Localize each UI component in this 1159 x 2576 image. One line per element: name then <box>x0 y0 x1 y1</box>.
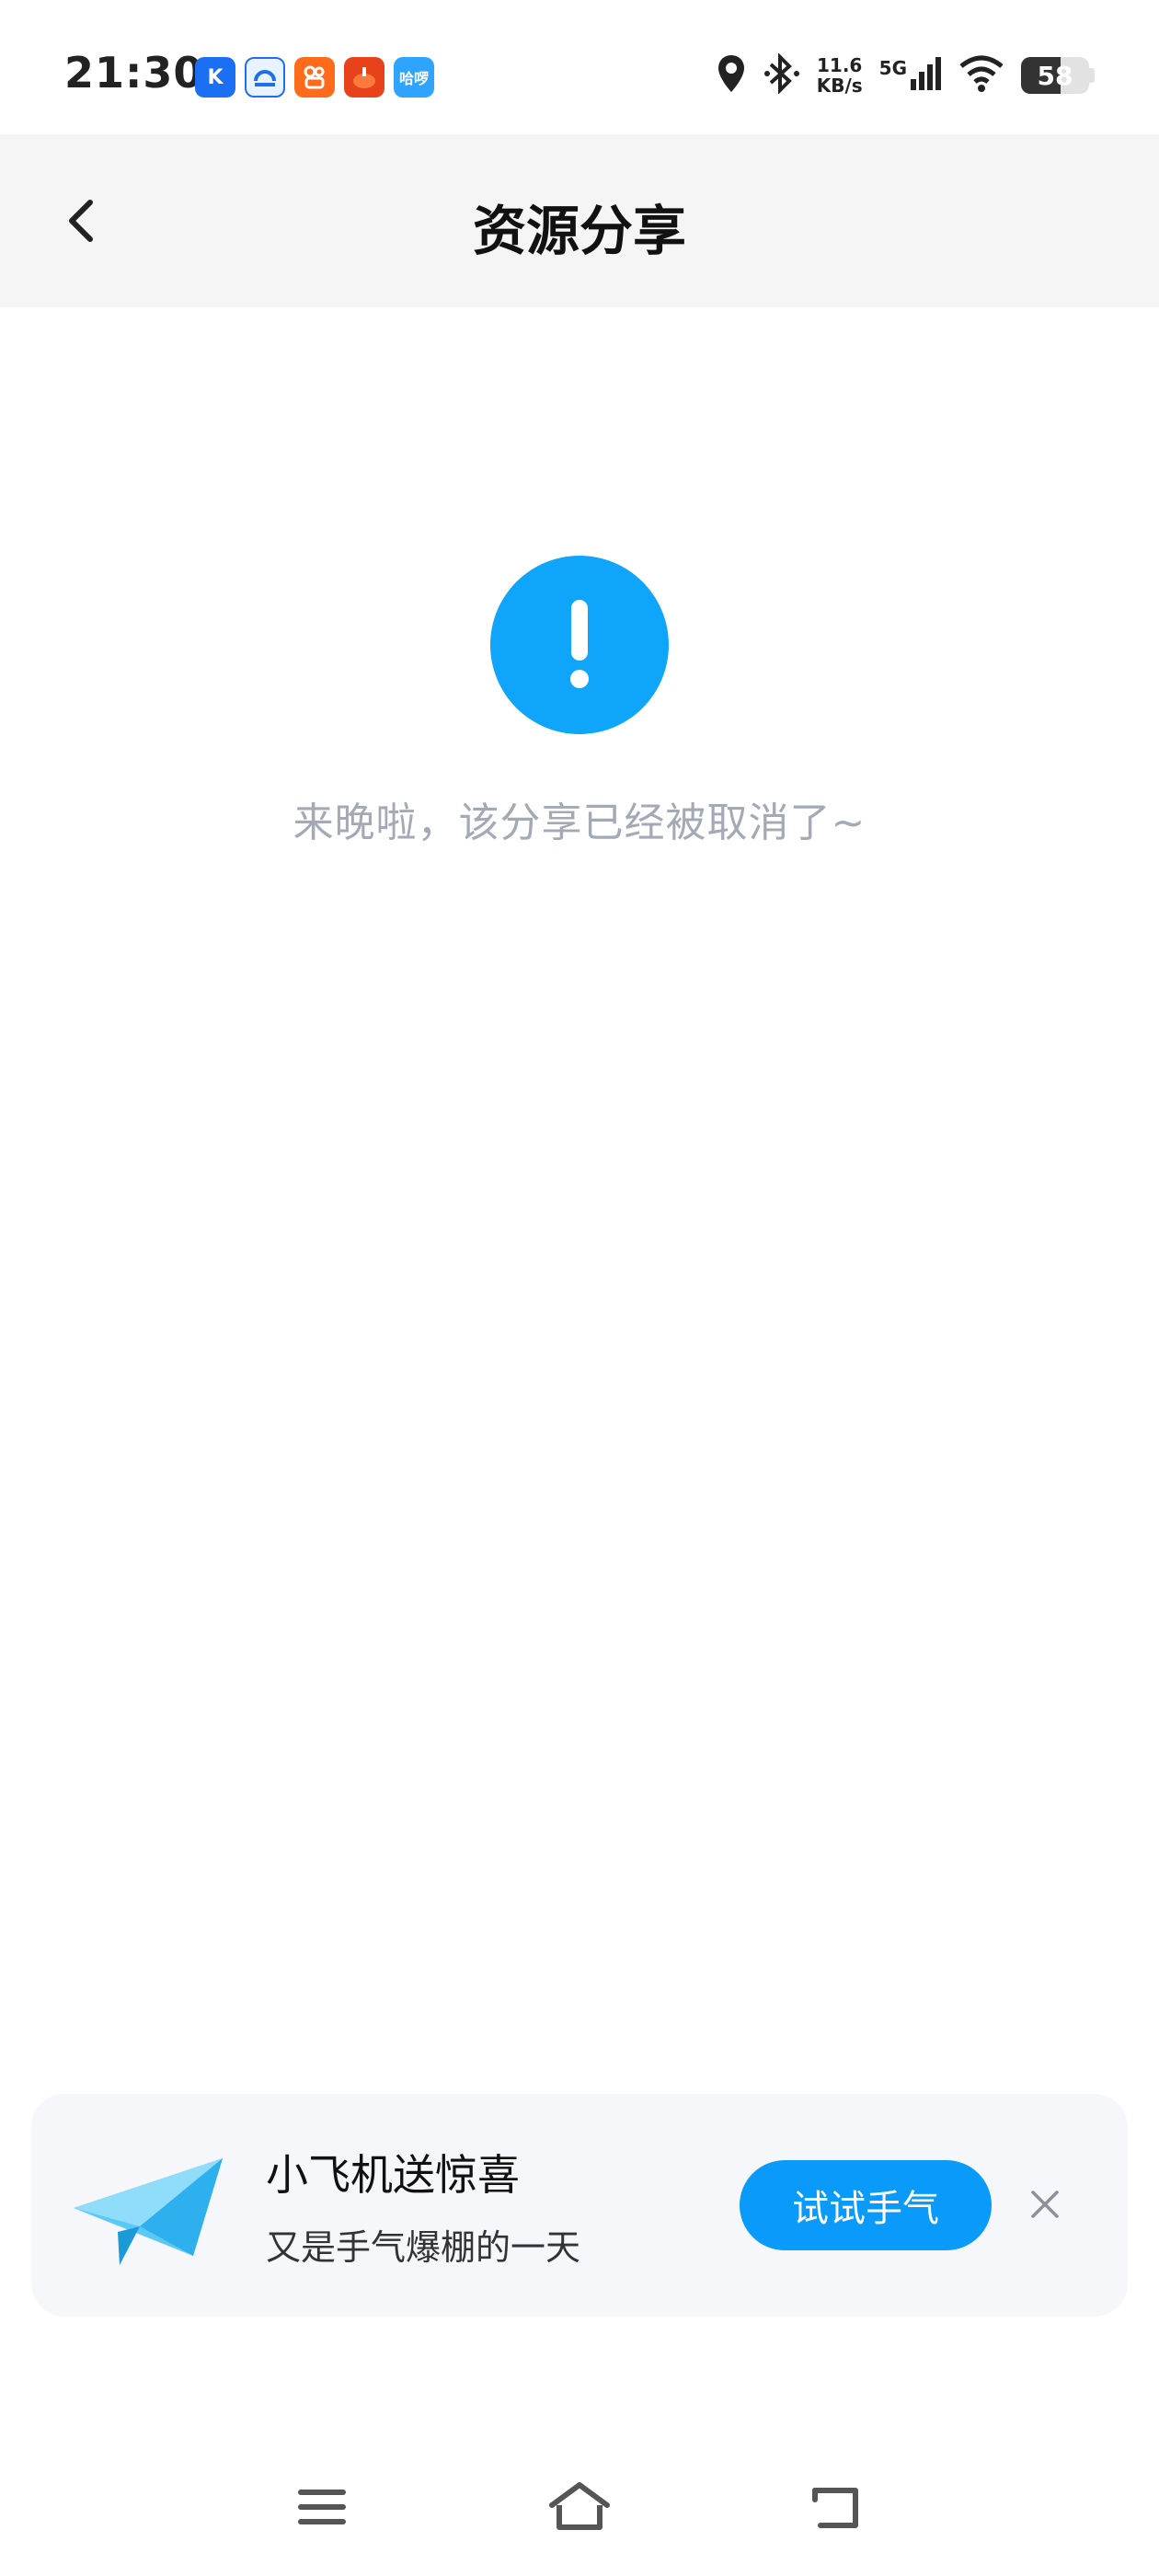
red-app-icon <box>344 57 384 98</box>
home-icon <box>549 2482 610 2530</box>
k-icon: K <box>195 57 235 98</box>
promo-banner[interactable]: 小飞机送惊喜 又是手气爆棚的一天 试试手气 <box>31 2094 1128 2317</box>
header-bar: 资源分享 <box>0 134 1159 307</box>
back-icon <box>812 2488 858 2528</box>
notification-app-icons: K 哈啰 <box>195 57 434 98</box>
back-nav-button[interactable] <box>800 2475 874 2539</box>
kuaishou-icon <box>294 57 335 98</box>
bank-app-icon <box>245 57 285 98</box>
status-time: 21:30 <box>64 48 204 98</box>
network-type: 5G <box>878 57 907 79</box>
menu-button[interactable] <box>285 2475 359 2539</box>
battery-level: 58 <box>1037 60 1073 91</box>
cellular-signal: 5G <box>879 57 942 94</box>
home-button[interactable] <box>543 2475 616 2539</box>
status-indicators: 11.6 KB/s 5G 58 <box>716 52 1095 98</box>
paper-plane-icon <box>64 2149 230 2269</box>
page-title: 资源分享 <box>472 200 686 262</box>
close-promo-button[interactable] <box>1021 2180 1069 2228</box>
menu-icon <box>298 2490 346 2524</box>
network-speed: 11.6 KB/s <box>816 54 863 97</box>
location-icon <box>716 53 747 98</box>
promo-subtitle: 又是手气爆棚的一天 <box>266 2227 581 2268</box>
exclamation-icon <box>490 556 669 734</box>
cancelled-message: 来晚啦，该分享已经被取消了~ <box>293 799 866 846</box>
signal-icon <box>911 57 942 94</box>
status-bar: 21:30 K 哈啰 11.6 KB/s 5G 58 <box>0 0 1159 134</box>
wifi-icon <box>958 55 1004 96</box>
system-nav-bar <box>0 2447 1159 2576</box>
hello-app-icon: 哈啰 <box>394 57 434 98</box>
promo-title: 小飞机送惊喜 <box>266 2150 520 2200</box>
bluetooth-icon <box>763 52 800 98</box>
close-icon <box>1031 2191 1059 2218</box>
battery-indicator: 58 <box>1021 57 1095 94</box>
try-luck-button[interactable]: 试试手气 <box>740 2160 992 2250</box>
